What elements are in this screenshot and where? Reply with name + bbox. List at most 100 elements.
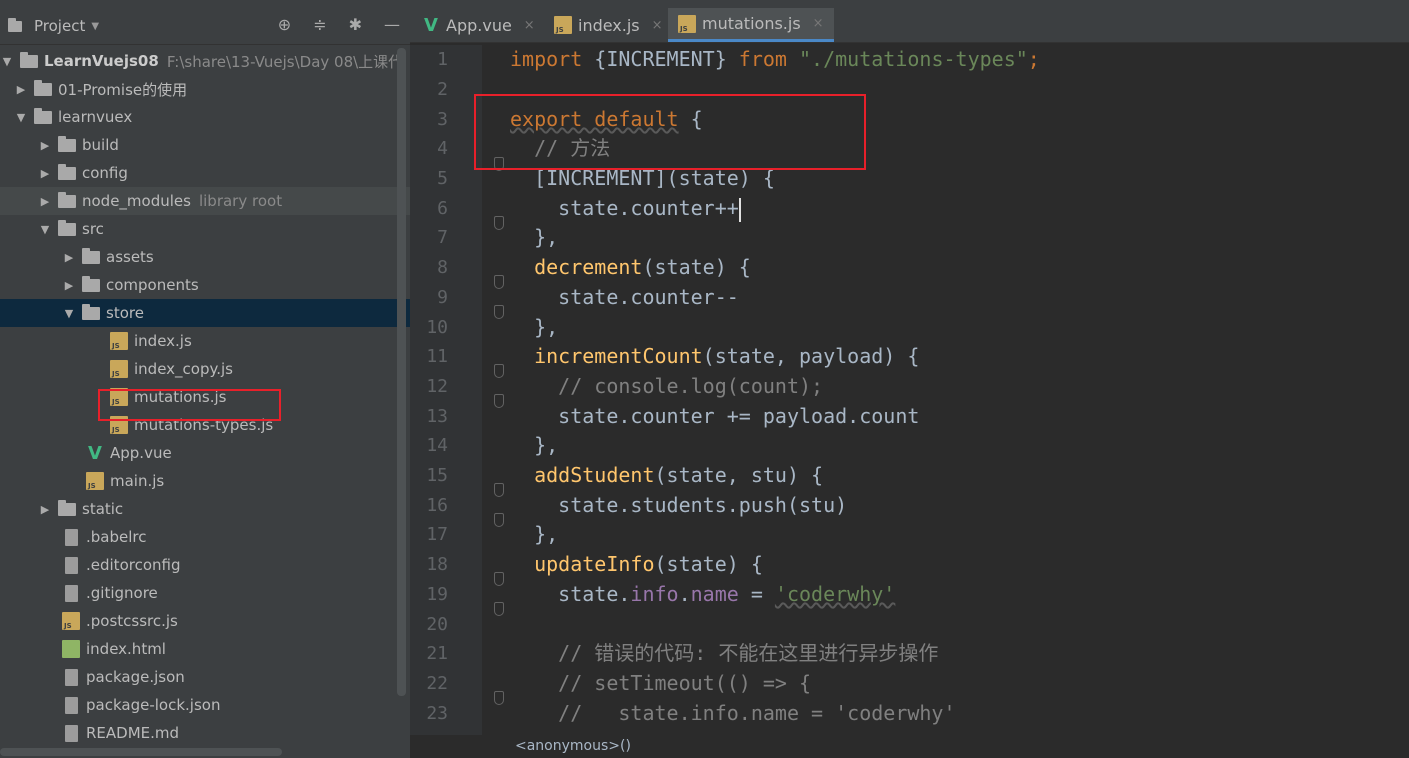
close-icon[interactable]: × [813,16,824,31]
tree-item-label: App.vue [110,444,172,462]
code-line-19: state.info.name = 'coderwhy' [510,580,895,609]
code-line-6: state.counter++ [510,194,741,223]
html-file-icon [62,640,80,658]
fold-marker-icon[interactable] [494,572,504,586]
chevron-right-icon[interactable]: ▶ [38,503,52,516]
js-file-icon [110,332,128,350]
project-icon [8,17,22,32]
line-number: 11 [426,346,448,367]
tree-item-package-lock-json[interactable]: package-lock.json [0,691,410,719]
tree-item-node-modules[interactable]: ▶ node_modules library root [0,187,410,215]
folder-icon [58,163,76,180]
code-token: . [678,582,691,606]
locate-icon[interactable]: ⊕ [278,15,291,34]
fold-marker-icon[interactable] [494,691,504,705]
code-token: (state) { [654,552,763,576]
chevron-down-icon[interactable]: ▼ [62,307,76,320]
tree-item-label: build [82,136,119,154]
collapse-all-icon[interactable]: ≑ [313,15,326,34]
fold-marker-icon[interactable] [494,216,504,230]
fold-marker-icon[interactable] [494,275,504,289]
folder-icon [82,303,100,320]
tree-item-label: node_modules [82,192,191,210]
tree-item-static[interactable]: ▶ static [0,495,410,523]
gear-icon[interactable]: ✱ [349,15,362,34]
chevron-right-icon[interactable]: ▶ [38,139,52,152]
tab-app-vue[interactable]: V App.vue × [422,8,535,42]
tree-item-main-js[interactable]: main.js [0,467,410,495]
chevron-down-icon[interactable]: ▼ [38,223,52,236]
line-number: 17 [426,524,448,545]
tree-item-src[interactable]: ▼ src [0,215,410,243]
close-icon[interactable]: × [524,18,535,33]
fold-marker-icon[interactable] [494,305,504,319]
code-line-17: }, [510,522,559,546]
chevron-down-icon[interactable]: ▼ [0,55,14,68]
tree-item-components[interactable]: ▶ components [0,271,410,299]
project-view-selector[interactable]: Project ▼ [8,17,99,35]
minimize-icon[interactable]: — [384,15,400,34]
code-token: (state, payload) { [702,344,920,368]
code-line-10: }, [510,315,559,339]
tree-item-promise[interactable]: ▶ 01-Promise的使用 [0,75,410,103]
tree-item-label: .postcssrc.js [86,612,178,630]
vertical-scrollbar[interactable] [397,48,406,696]
line-number: 20 [426,614,448,635]
line-number: 3 [437,109,448,130]
folder-icon [34,79,52,96]
tree-item-package-json[interactable]: package.json [0,663,410,691]
folder-icon [34,107,52,124]
tree-item-editorconfig[interactable]: .editorconfig [0,551,410,579]
line-number: 16 [426,495,448,516]
vue-file-icon: V [424,14,438,36]
tree-item-config[interactable]: ▶ config [0,159,410,187]
code-token: info [630,582,679,606]
line-number: 4 [437,138,448,159]
tree-item-assets[interactable]: ▶ assets [0,243,410,271]
tree-item-index-js[interactable]: index.js [0,327,410,355]
tree-item-postcssrc-js[interactable]: .postcssrc.js [0,607,410,635]
tree-item-babelrc[interactable]: .babelrc [0,523,410,551]
breadcrumb[interactable]: <anonymous>() [515,738,631,754]
tree-item-index-html[interactable]: index.html [0,635,410,663]
chevron-down-icon[interactable]: ▼ [14,111,28,124]
fold-marker-icon[interactable] [494,364,504,378]
code-line-16: state.students.push(stu) [510,493,848,517]
code-token: ; [1027,47,1040,71]
folder-icon [58,135,76,152]
close-icon[interactable]: × [652,18,663,33]
tree-item-app-vue[interactable]: V App.vue [0,439,410,467]
tree-item-label: static [82,500,124,518]
fold-marker-icon[interactable] [494,483,504,497]
horizontal-scrollbar[interactable] [0,748,282,756]
tree-item-store[interactable]: ▼ store [0,299,410,327]
line-number: 19 [426,584,448,605]
fold-marker-icon[interactable] [494,394,504,408]
tree-item-label: LearnVuejs08 [44,52,159,70]
code-line-14: }, [510,433,559,457]
code-token: from [738,47,787,71]
breadcrumb-bar: <anonymous>() [410,735,1409,758]
tab-mutations-js[interactable]: mutations.js × [668,8,834,42]
tree-item-root[interactable]: ▼ LearnVuejs08 F:\share\13-Vuejs\Day 08\… [0,47,410,75]
tree-item-readme[interactable]: README.md [0,719,410,747]
tree-item-learnvuex[interactable]: ▼ learnvuex [0,103,410,131]
tree-item-index-copy-js[interactable]: index_copy.js [0,355,410,383]
tab-index-js[interactable]: index.js × [554,8,663,42]
editor-tab-bar: V App.vue × index.js × mutations.js × [410,0,1409,43]
fold-marker-icon[interactable] [494,513,504,527]
js-file-icon [110,360,128,378]
fold-marker-icon[interactable] [494,602,504,616]
project-toolbar: ⊕ ≑ ✱ — [278,15,400,34]
chevron-right-icon[interactable]: ▶ [38,195,52,208]
line-number: 21 [426,643,448,664]
chevron-right-icon[interactable]: ▶ [14,83,28,96]
text-file-icon [65,556,78,574]
tree-item-build[interactable]: ▶ build [0,131,410,159]
tree-item-gitignore[interactable]: .gitignore [0,579,410,607]
chevron-right-icon[interactable]: ▶ [62,279,76,292]
code-token: updateInfo [534,552,655,576]
chevron-right-icon[interactable]: ▶ [38,167,52,180]
chevron-right-icon[interactable]: ▶ [62,251,76,264]
code-token: decrement [534,255,643,279]
